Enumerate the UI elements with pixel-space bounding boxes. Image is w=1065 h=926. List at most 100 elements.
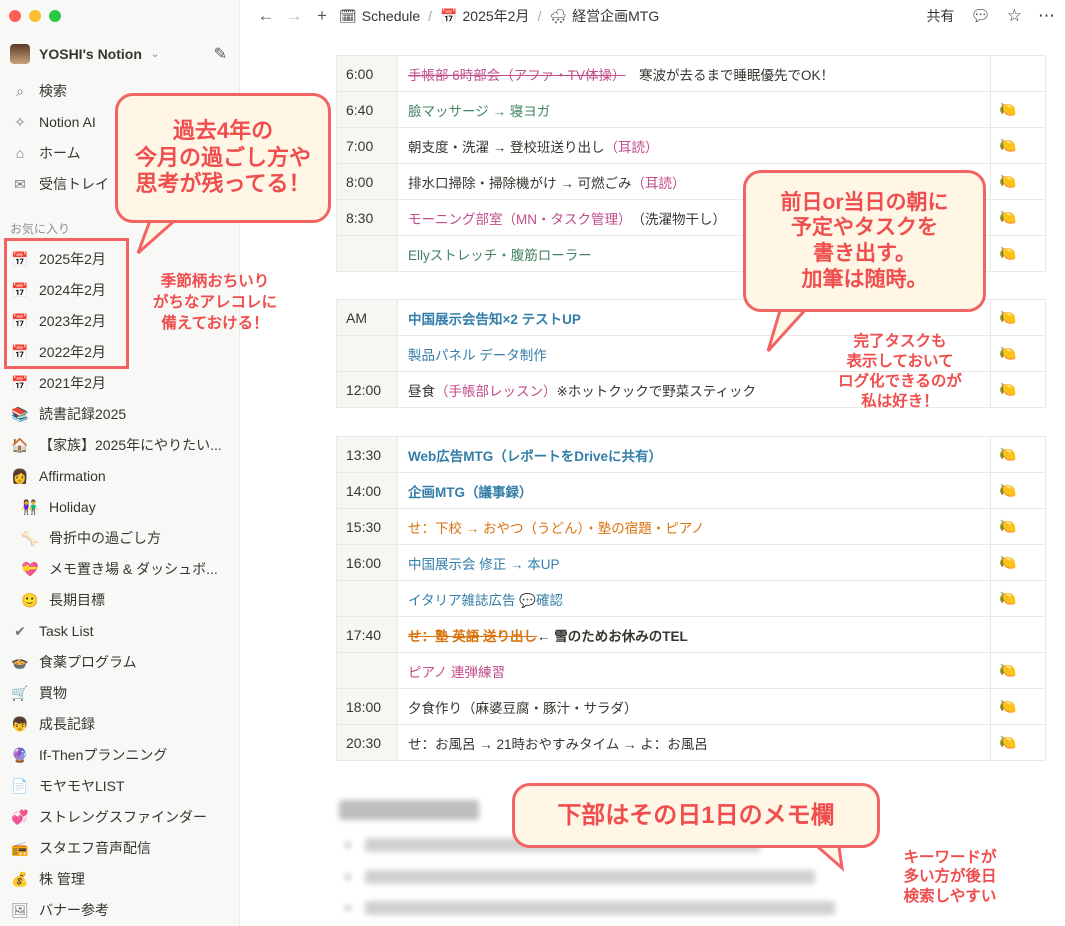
sidebar-favorite-item[interactable]: 👦 成長記録 <box>10 711 235 737</box>
more-icon[interactable]: ⋯ <box>1038 6 1055 26</box>
task-cell[interactable]: 夕食作り（麻婆豆腐・豚汁・サラダ） <box>398 689 990 724</box>
sidebar-favorite-item[interactable]: 🦴 骨折中の過ごし方 <box>20 525 245 551</box>
sidebar-favorite-item[interactable]: 🏠 【家族】2025年にやりたい... <box>10 432 235 458</box>
task-cell[interactable]: Web広告MTG（レポートをDriveに共有） <box>398 437 990 472</box>
time-cell[interactable] <box>336 336 398 371</box>
table-row: イタリア雑誌広告 💬確認 🍋 <box>336 581 1046 617</box>
time-cell[interactable]: 7:00 <box>336 128 398 163</box>
sidebar-favorite-item[interactable]: 👫 Holiday <box>20 494 245 520</box>
done-cell[interactable]: 🍋 <box>990 236 1046 271</box>
done-cell[interactable]: 🍋 <box>990 473 1046 508</box>
callout-line: ログ化できるのが <box>838 373 962 391</box>
plus-icon[interactable]: + <box>311 6 333 26</box>
breadcrumb-item[interactable]: 🌨 経営企画MTG <box>549 6 659 26</box>
done-cell[interactable]: 🍋 <box>990 200 1046 235</box>
breadcrumb-item[interactable]: 📅 2025年2月 <box>440 6 529 26</box>
time-cell[interactable]: 20:30 <box>336 725 398 760</box>
sidebar-favorite-item[interactable]: 🔮 If-Thenプランニング <box>10 742 235 768</box>
sidebar-favorite-item[interactable]: 👩 Affirmation <box>10 463 235 489</box>
sidebar-item-label: 買物 <box>39 685 67 701</box>
task-text: 中国展示会告知×2 テストUP <box>408 311 581 327</box>
lemon-icon: 🍋 <box>999 309 1017 325</box>
time-cell[interactable] <box>336 581 398 616</box>
sidebar-favorite-item[interactable]: ✔ Task List <box>10 618 235 644</box>
minimize-window-button[interactable] <box>29 10 41 22</box>
done-cell[interactable]: 🍋 <box>990 689 1046 724</box>
task-cell[interactable]: 企画MTG（議事録） <box>398 473 990 508</box>
breadcrumb-item[interactable]: 🗓 Schedule <box>339 8 420 25</box>
done-cell[interactable]: 🍋 <box>990 581 1046 616</box>
time-cell[interactable]: 8:00 <box>336 164 398 199</box>
task-cell[interactable]: せ：下校 → おやつ（うどん）・塾の宿題・ピアノ <box>398 509 990 544</box>
done-cell[interactable]: 🍋 <box>990 545 1046 580</box>
page-emoji-icon: 👩 <box>11 467 29 484</box>
time-cell[interactable]: 18:00 <box>336 689 398 724</box>
sidebar-item-label: If-Thenプランニング <box>39 747 168 763</box>
time-cell[interactable]: 13:30 <box>336 437 398 472</box>
task-cell[interactable]: せ：お風呂 → 21時おやすみタイム → よ：お風呂 <box>398 725 990 760</box>
task-cell[interactable]: 中国展示会 修正 → 本UP <box>398 545 990 580</box>
close-window-button[interactable] <box>9 10 21 22</box>
callout-line: 検索しやすい <box>903 887 997 905</box>
time-cell[interactable]: 12:00 <box>336 372 398 407</box>
sidebar-favorite-item[interactable]: 🍲 食薬プログラム <box>10 649 235 675</box>
sidebar-favorite-item[interactable]: 📄 モヤモヤLIST <box>10 773 235 799</box>
task-cell[interactable]: 朝支度・洗濯 → 登校班送り出し （耳読） <box>398 128 990 163</box>
sidebar-favorite-item[interactable]: 💰 株 管理 <box>10 866 235 892</box>
sidebar-favorite-item[interactable]: 📻 スタエフ音声配信 <box>10 835 235 861</box>
sidebar-favorite-item[interactable]: 💞 ストレングスファインダー <box>10 804 235 830</box>
share-button[interactable]: 共有 <box>926 6 954 26</box>
done-cell[interactable] <box>990 617 1046 652</box>
sidebar-favorite-item[interactable]: 💝 メモ置き場 & ダッシュボ... <box>20 556 245 582</box>
sidebar-favorite-item[interactable]: 🙂 長期目標 <box>20 587 245 613</box>
breadcrumb-label: 経営企画MTG <box>572 8 660 24</box>
callout-line: がちなアレコレに <box>152 293 277 311</box>
done-cell[interactable]: 🍋 <box>990 336 1046 371</box>
task-cell[interactable]: ピアノ 連弾練習 <box>398 653 990 688</box>
sidebar-item-label: 2021年2月 <box>39 375 106 391</box>
task-cell[interactable]: 手帳部 6時部会（アファ・TV体操） 寒波が去るまで睡眠優先でOK！ <box>398 56 990 91</box>
done-cell[interactable]: 🍋 <box>990 725 1046 760</box>
time-cell[interactable]: 15:30 <box>336 509 398 544</box>
sidebar-item-label: 受信トレイ <box>39 176 109 192</box>
sidebar-favorite-item[interactable]: 🖼 バナー参考 <box>10 897 235 923</box>
maximize-window-button[interactable] <box>49 10 61 22</box>
page-emoji-icon: 🔮 <box>11 746 29 763</box>
done-cell[interactable]: 🍋 <box>990 128 1046 163</box>
callout-planning: 前日or当日の朝に 予定やタスクを 書き出す。 加筆は随時。 <box>743 170 986 312</box>
task-cell[interactable]: イタリア雑誌広告 💬確認 <box>398 581 990 616</box>
page-emoji-icon: 💞 <box>11 808 29 825</box>
task-cell[interactable]: せ：塾 英語 送り出し ← 雪のためお休みのTEL <box>398 617 990 652</box>
comment-icon[interactable]: 💬︎ <box>970 6 990 26</box>
done-cell[interactable]: 🍋 <box>990 509 1046 544</box>
time-cell[interactable]: 8:30 <box>336 200 398 235</box>
done-cell[interactable]: 🍋 <box>990 164 1046 199</box>
time-cell[interactable]: 17:40 <box>336 617 398 652</box>
page-emoji-icon: 📚 <box>11 405 29 422</box>
time-cell[interactable] <box>336 236 398 271</box>
done-cell[interactable]: 🍋 <box>990 437 1046 472</box>
new-page-icon[interactable]: ✎ <box>214 44 227 64</box>
done-cell[interactable] <box>990 56 1046 91</box>
time-cell[interactable]: 14:00 <box>336 473 398 508</box>
star-icon[interactable]: ☆ <box>1007 6 1022 26</box>
done-cell[interactable]: 🍋 <box>990 300 1046 335</box>
time-cell[interactable]: 16:00 <box>336 545 398 580</box>
sidebar-favorite-item[interactable]: 🛒 買物 <box>10 680 235 706</box>
page-emoji-icon: 🍲 <box>11 653 29 670</box>
done-cell[interactable]: 🍋 <box>990 653 1046 688</box>
done-cell[interactable]: 🍋 <box>990 92 1046 127</box>
sidebar-favorite-item[interactable]: 📅 2021年2月 <box>10 370 235 396</box>
time-cell[interactable]: 6:40 <box>336 92 398 127</box>
done-cell[interactable]: 🍋 <box>990 372 1046 407</box>
time-cell[interactable]: 6:00 <box>336 56 398 91</box>
workspace-switcher[interactable]: YOSHI's Notion ⌄ ✎ <box>10 44 227 64</box>
task-cell[interactable]: 臉マッサージ → 寝ヨガ <box>398 92 990 127</box>
forward-arrow-icon[interactable]: → <box>283 6 305 26</box>
time-cell[interactable]: AM <box>336 300 398 335</box>
time-cell[interactable] <box>336 653 398 688</box>
callout-line: 予定やタスクを <box>791 216 938 240</box>
callout-memo: 下部はその日1日のメモ欄 <box>512 783 880 848</box>
sidebar-favorite-item[interactable]: 📚 読書記録2025 <box>10 401 235 427</box>
back-arrow-icon[interactable]: ← <box>255 6 277 26</box>
